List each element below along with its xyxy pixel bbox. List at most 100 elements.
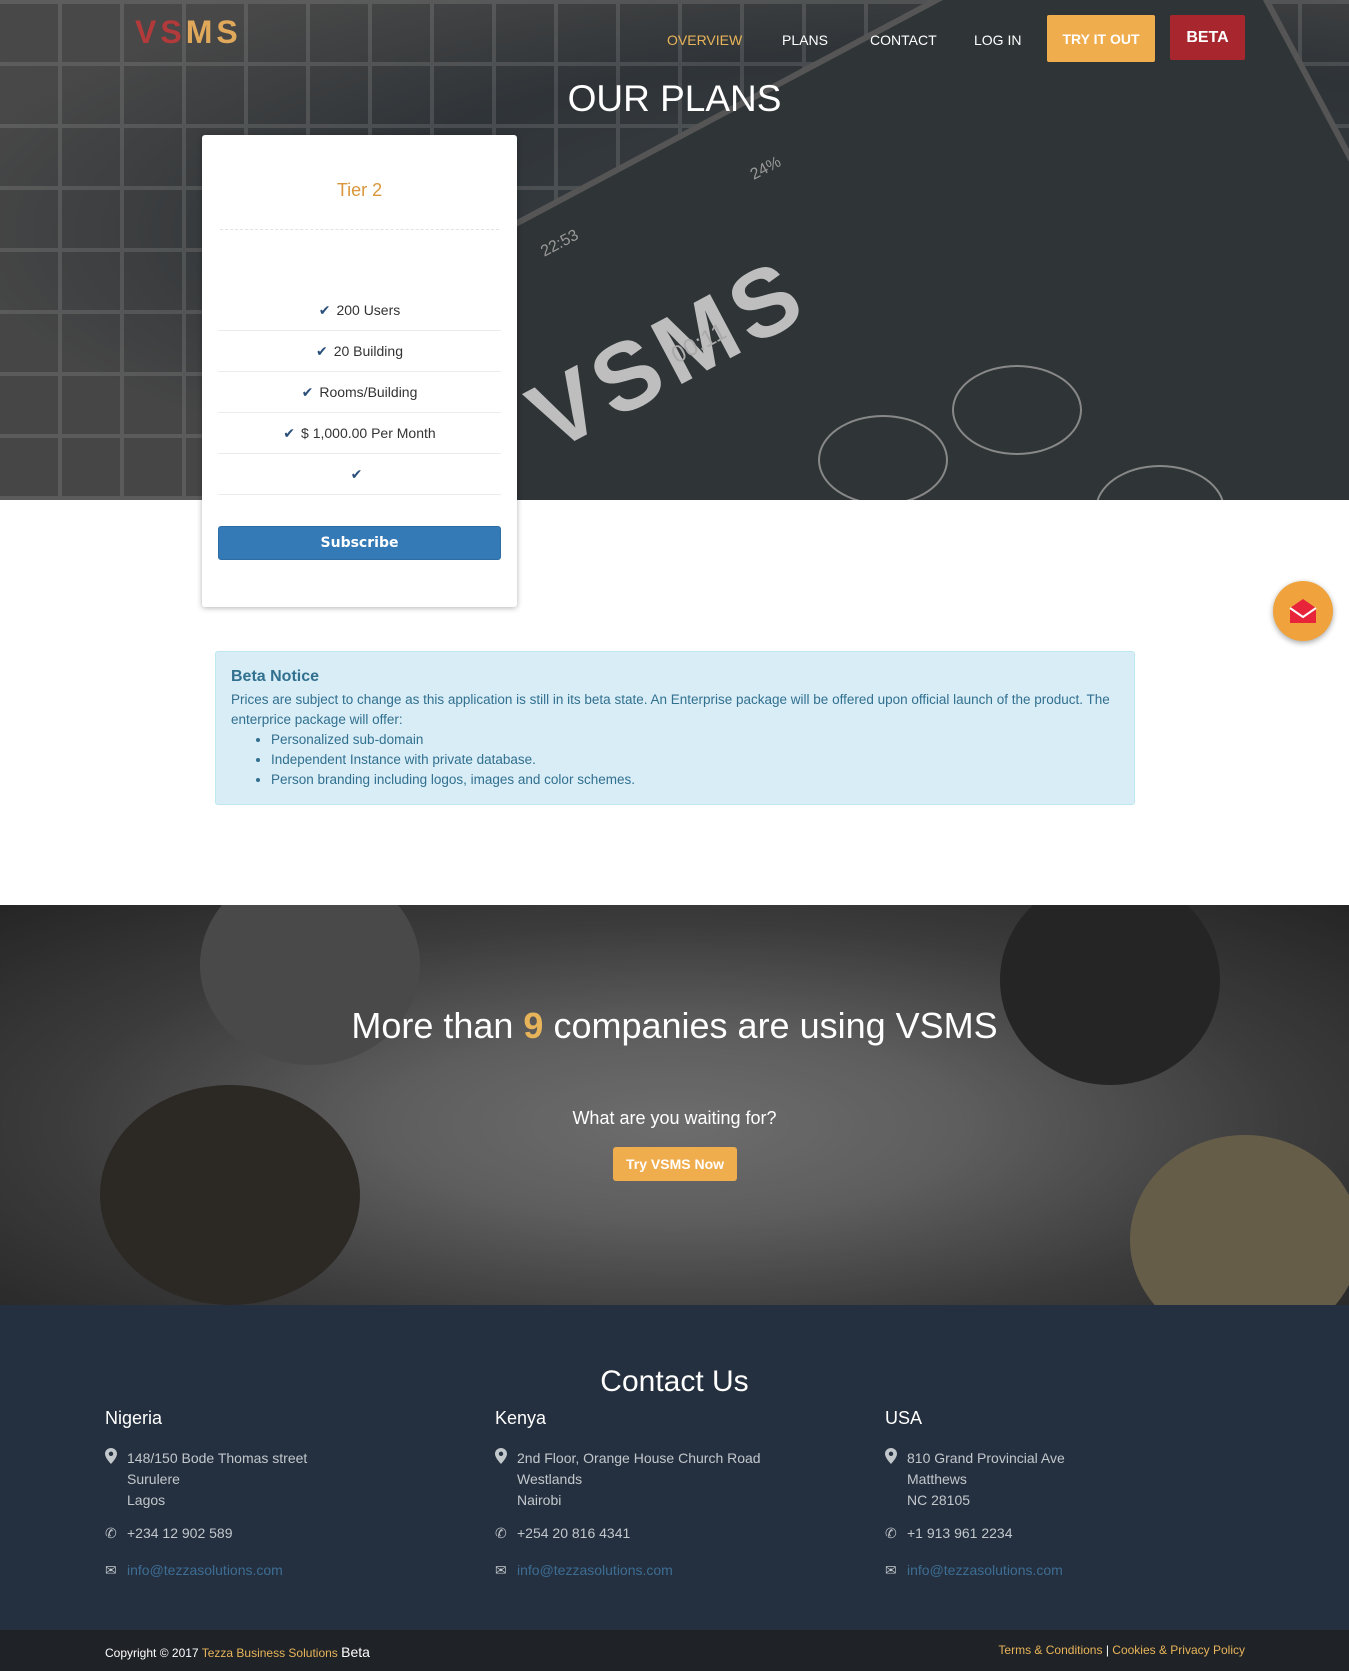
office-address: 2nd Floor, Orange House Church Road West… bbox=[495, 1448, 761, 1511]
office-phone: ✆ +234 12 902 589 bbox=[105, 1523, 233, 1544]
page-title: OUR PLANS bbox=[567, 78, 782, 119]
phone-icon: ✆ bbox=[885, 1525, 897, 1541]
try-vsms-now-button[interactable]: Try VSMS Now bbox=[613, 1147, 737, 1181]
companies-subheading: What are you waiting for? bbox=[572, 1108, 777, 1128]
heading-suffix: companies are using VSMS bbox=[543, 1005, 998, 1046]
address-line: 148/150 Bode Thomas street bbox=[127, 1450, 308, 1466]
try-it-out-button[interactable]: TRY IT OUT bbox=[1047, 15, 1155, 62]
mail-fab-button[interactable] bbox=[1273, 581, 1333, 641]
office-nigeria: Nigeria 148/150 Bode Thomas street Surul… bbox=[105, 1408, 445, 1578]
email-link[interactable]: info@tezzasolutions.com bbox=[517, 1560, 673, 1581]
check-icon: ✔ bbox=[315, 342, 328, 359]
notice-text: Prices are subject to change as this app… bbox=[231, 692, 1110, 727]
address-line: Matthews bbox=[907, 1471, 967, 1487]
feature-label: Rooms/Building bbox=[319, 384, 418, 400]
companies-heading: More than 9 companies are using VSMS bbox=[0, 1005, 1349, 1047]
plan-feature-rooms: ✔ Rooms/Building bbox=[218, 372, 501, 413]
office-country: Nigeria bbox=[105, 1408, 163, 1428]
check-icon: ✔ bbox=[301, 383, 314, 400]
email-link[interactable]: info@tezzasolutions.com bbox=[907, 1560, 1063, 1581]
check-icon: ✔ bbox=[350, 465, 363, 482]
phone-icon: ✆ bbox=[105, 1525, 117, 1541]
map-pin-icon bbox=[105, 1448, 127, 1470]
beta-label: Beta bbox=[341, 1644, 370, 1660]
copyright: Copyright © 2017 Tezza Business Solution… bbox=[105, 1644, 370, 1660]
phone-icon: ✆ bbox=[495, 1525, 507, 1541]
company-count: 9 bbox=[523, 1005, 544, 1046]
office-phone: ✆ +254 20 816 4341 bbox=[495, 1523, 630, 1544]
copyright-label: Copyright bbox=[105, 1646, 157, 1660]
email-link[interactable]: info@tezzasolutions.com bbox=[127, 1560, 283, 1581]
companies-section: More than 9 companies are using VSMS Wha… bbox=[0, 905, 1349, 1305]
navbar: VSMS OVERVIEW PLANS CONTACT LOG IN TRY I… bbox=[0, 0, 1349, 80]
logo-ms: MS bbox=[185, 14, 242, 50]
feature-label: 20 Building bbox=[333, 343, 403, 359]
office-country: Kenya bbox=[495, 1408, 547, 1428]
speaker-circle bbox=[952, 365, 1082, 455]
check-icon: ✔ bbox=[318, 301, 331, 318]
list-item: Personalized sub-domain bbox=[271, 730, 1119, 750]
phone-number: +1 913 961 2234 bbox=[907, 1525, 1013, 1541]
feature-label: 200 Users bbox=[336, 302, 401, 318]
beta-button[interactable]: BETA bbox=[1170, 15, 1245, 60]
envelope-outline-icon: ✉ bbox=[885, 1562, 897, 1578]
office-email: ✉ info@tezzasolutions.com bbox=[105, 1560, 283, 1581]
copyright-symbol: © bbox=[159, 1646, 169, 1660]
feature-label: $ 1,000.00 Per Month bbox=[301, 425, 436, 441]
contact-title: Contact Us bbox=[600, 1365, 749, 1398]
address-line: Lagos bbox=[127, 1492, 166, 1508]
list-item: Independent Instance with private databa… bbox=[271, 750, 1119, 770]
privacy-link[interactable]: Cookies & Privacy Policy bbox=[1112, 1643, 1245, 1657]
plan-feature-users: ✔ 200 Users bbox=[218, 290, 501, 331]
terms-link[interactable]: Terms & Conditions bbox=[998, 1643, 1102, 1657]
plan-feature-price: ✔ $ 1,000.00 Per Month bbox=[218, 413, 501, 454]
map-pin-icon bbox=[495, 1448, 517, 1470]
contact-section: Contact Us Nigeria 148/150 Bode Thomas s… bbox=[0, 1305, 1349, 1630]
office-country: USA bbox=[885, 1408, 923, 1428]
address-line: Nairobi bbox=[517, 1492, 562, 1508]
nav-login[interactable]: LOG IN bbox=[974, 32, 1021, 48]
notice-list: Personalized sub-domain Independent Inst… bbox=[231, 730, 1119, 790]
plan-feature-empty: ✔ bbox=[218, 454, 501, 495]
office-address: 148/150 Bode Thomas street Surulere Lago… bbox=[105, 1448, 307, 1511]
notice-title: Beta Notice bbox=[231, 668, 320, 685]
plan-card: Tier 2 ✔ 200 Users ✔ 20 Building ✔ Rooms… bbox=[202, 135, 517, 607]
phone-number: +234 12 902 589 bbox=[127, 1525, 233, 1541]
dark-overlay bbox=[0, 905, 1349, 1305]
beta-notice: Beta Notice Prices are subject to change… bbox=[215, 651, 1135, 805]
office-phone: ✆ +1 913 961 2234 bbox=[885, 1523, 1013, 1544]
plan-name: Tier 2 bbox=[336, 180, 383, 200]
envelope-outline-icon: ✉ bbox=[495, 1562, 507, 1578]
envelope-outline-icon: ✉ bbox=[105, 1562, 117, 1578]
address-line: NC 28105 bbox=[907, 1492, 971, 1508]
office-email: ✉ info@tezzasolutions.com bbox=[885, 1560, 1063, 1581]
copyright-year: 2017 bbox=[171, 1646, 199, 1660]
envelope-icon bbox=[1289, 599, 1317, 623]
org-link[interactable]: Tezza Business Solutions bbox=[202, 1646, 338, 1660]
vsms-logo[interactable]: VSMS bbox=[135, 14, 242, 51]
phone-number: +254 20 816 4341 bbox=[517, 1525, 631, 1541]
link-separator: | bbox=[1105, 1643, 1109, 1657]
subscribe-button[interactable]: Subscribe bbox=[218, 526, 501, 560]
office-usa: USA 810 Grand Provincial Ave Matthews NC… bbox=[885, 1408, 1225, 1578]
office-email: ✉ info@tezzasolutions.com bbox=[495, 1560, 673, 1581]
keypad-circle bbox=[818, 415, 948, 500]
nav-plans[interactable]: PLANS bbox=[782, 32, 828, 48]
footer: Copyright © 2017 Tezza Business Solution… bbox=[0, 1630, 1349, 1671]
nav-contact[interactable]: CONTACT bbox=[870, 32, 937, 48]
office-kenya: Kenya 2nd Floor, Orange House Church Roa… bbox=[495, 1408, 835, 1578]
address-line: Surulere bbox=[127, 1471, 180, 1487]
list-item: Person branding including logos, images … bbox=[271, 770, 1119, 790]
plan-feature-buildings: ✔ 20 Building bbox=[218, 331, 501, 372]
address-line: 810 Grand Provincial Ave bbox=[907, 1450, 1065, 1466]
address-line: Westlands bbox=[517, 1471, 583, 1487]
office-address: 810 Grand Provincial Ave Matthews NC 281… bbox=[885, 1448, 1065, 1511]
check-icon: ✔ bbox=[283, 424, 296, 441]
map-pin-icon bbox=[885, 1448, 907, 1470]
heading-prefix: More than bbox=[351, 1005, 524, 1046]
address-line: 2nd Floor, Orange House Church Road bbox=[517, 1450, 761, 1466]
logo-vs: VS bbox=[135, 14, 186, 50]
plan-divider bbox=[220, 229, 499, 230]
nav-overview[interactable]: OVERVIEW bbox=[667, 32, 742, 48]
footer-links: Terms & Conditions | Cookies & Privacy P… bbox=[998, 1643, 1245, 1657]
